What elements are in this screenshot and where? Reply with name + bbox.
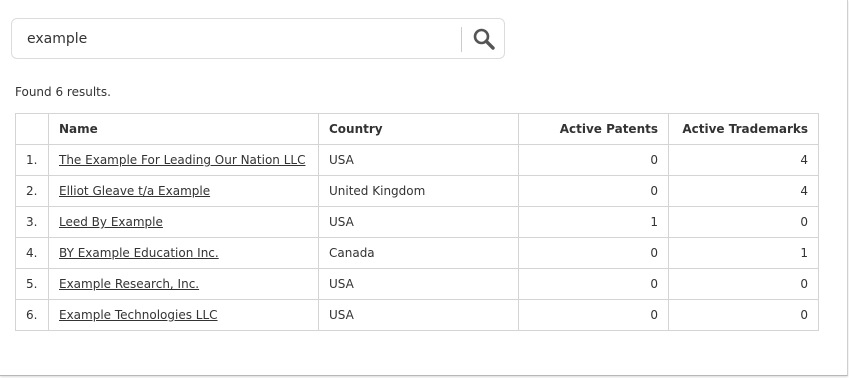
trademarks-cell: 0 (668, 268, 819, 300)
search-bar (11, 18, 505, 59)
trademarks-cell: 4 (668, 175, 819, 207)
country-cell: USA (318, 268, 519, 300)
main-panel: Found 6 results. Name Country Active Pat… (0, 0, 848, 376)
search-button[interactable] (463, 20, 504, 57)
table-row: 4. BY Example Education Inc. Canada 0 1 (15, 237, 819, 269)
results-count: Found 6 results. (15, 85, 111, 99)
trademarks-cell: 4 (668, 144, 819, 176)
row-index: 5. (15, 268, 49, 300)
company-link[interactable]: Leed By Example (59, 215, 163, 229)
search-input[interactable] (13, 20, 459, 57)
company-link[interactable]: Elliot Gleave t/a Example (59, 184, 210, 198)
country-cell: USA (318, 299, 519, 331)
country-cell: United Kingdom (318, 175, 519, 207)
trademarks-cell: 0 (668, 299, 819, 331)
company-link[interactable]: The Example For Leading Our Nation LLC (59, 153, 305, 167)
row-index: 3. (15, 206, 49, 238)
search-icon (473, 28, 495, 50)
country-cell: Canada (318, 237, 519, 269)
table-row: 3. Leed By Example USA 1 0 (15, 206, 819, 238)
table-row: 1. The Example For Leading Our Nation LL… (15, 144, 819, 176)
country-cell: USA (318, 144, 519, 176)
patents-cell: 0 (518, 268, 669, 300)
trademarks-cell: 1 (668, 237, 819, 269)
row-index: 1. (15, 144, 49, 176)
table-row: 2. Elliot Gleave t/a Example United King… (15, 175, 819, 207)
row-index: 2. (15, 175, 49, 207)
company-link[interactable]: BY Example Education Inc. (59, 246, 219, 260)
country-column-header: Country (318, 113, 519, 145)
patents-cell: 0 (518, 175, 669, 207)
row-index: 6. (15, 299, 49, 331)
index-column-header (15, 113, 49, 145)
search-divider (461, 27, 462, 52)
company-link[interactable]: Example Technologies LLC (59, 308, 218, 322)
patents-cell: 0 (518, 144, 669, 176)
name-column-header: Name (48, 113, 319, 145)
table-row: 6. Example Technologies LLC USA 0 0 (15, 299, 819, 331)
country-cell: USA (318, 206, 519, 238)
patents-cell: 1 (518, 206, 669, 238)
row-index: 4. (15, 237, 49, 269)
trademarks-column-header: Active Trademarks (668, 113, 819, 145)
patents-column-header: Active Patents (518, 113, 669, 145)
results-table: Name Country Active Patents Active Trade… (15, 113, 819, 331)
patents-cell: 0 (518, 299, 669, 331)
table-header-row: Name Country Active Patents Active Trade… (15, 113, 819, 145)
patents-cell: 0 (518, 237, 669, 269)
trademarks-cell: 0 (668, 206, 819, 238)
table-row: 5. Example Research, Inc. USA 0 0 (15, 268, 819, 300)
company-link[interactable]: Example Research, Inc. (59, 277, 199, 291)
